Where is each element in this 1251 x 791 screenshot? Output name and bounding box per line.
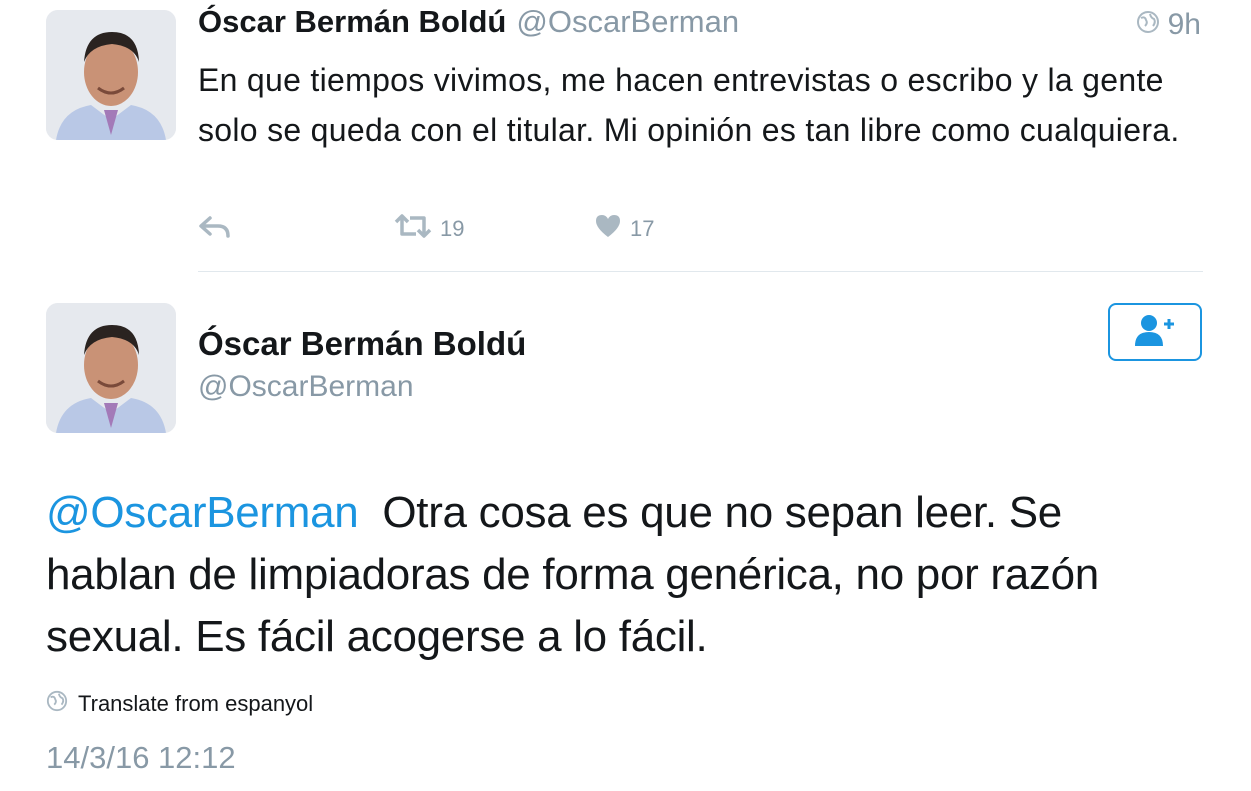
globe-icon (46, 690, 68, 718)
author-name[interactable]: Óscar Bermán Boldú (198, 325, 526, 363)
author-name[interactable]: Óscar Bermán Boldú (198, 4, 506, 39)
follow-button[interactable] (1108, 303, 1202, 361)
reply-button[interactable] (198, 214, 394, 244)
like-count: 17 (630, 216, 655, 241)
tweet-timestamp[interactable]: 14/3/16 12:12 (46, 740, 236, 776)
follow-user-icon (1133, 313, 1177, 352)
tweet-time-label: 9h (1167, 8, 1201, 41)
tweet-actions: 19 17 (198, 214, 654, 244)
heart-icon (594, 214, 622, 244)
like-button[interactable]: 17 (594, 214, 654, 244)
reply-icon (198, 214, 232, 244)
tweet-time[interactable]: 9h (1136, 8, 1201, 42)
divider (198, 271, 1203, 272)
mention-link[interactable]: @OscarBerman (46, 488, 359, 537)
tweet-header: Óscar Bermán Boldú @OscarBerman (198, 4, 739, 40)
translate-link[interactable]: Translate from espanyol (46, 690, 313, 718)
author-handle[interactable]: @OscarBerman (198, 370, 414, 404)
author-handle[interactable]: @OscarBerman (516, 4, 739, 39)
tweet-text: @OscarBerman Otra cosa es que no sepan l… (46, 482, 1196, 668)
tweet-text: En que tiempos vivimos, me hacen entrevi… (198, 62, 1180, 148)
avatar[interactable] (46, 303, 176, 433)
retweet-icon (394, 214, 432, 244)
retweet-count: 19 (440, 216, 465, 241)
retweet-button[interactable]: 19 (394, 214, 594, 244)
translate-label: Translate from espanyol (78, 691, 314, 716)
avatar[interactable] (46, 10, 176, 140)
globe-icon (1136, 8, 1160, 42)
